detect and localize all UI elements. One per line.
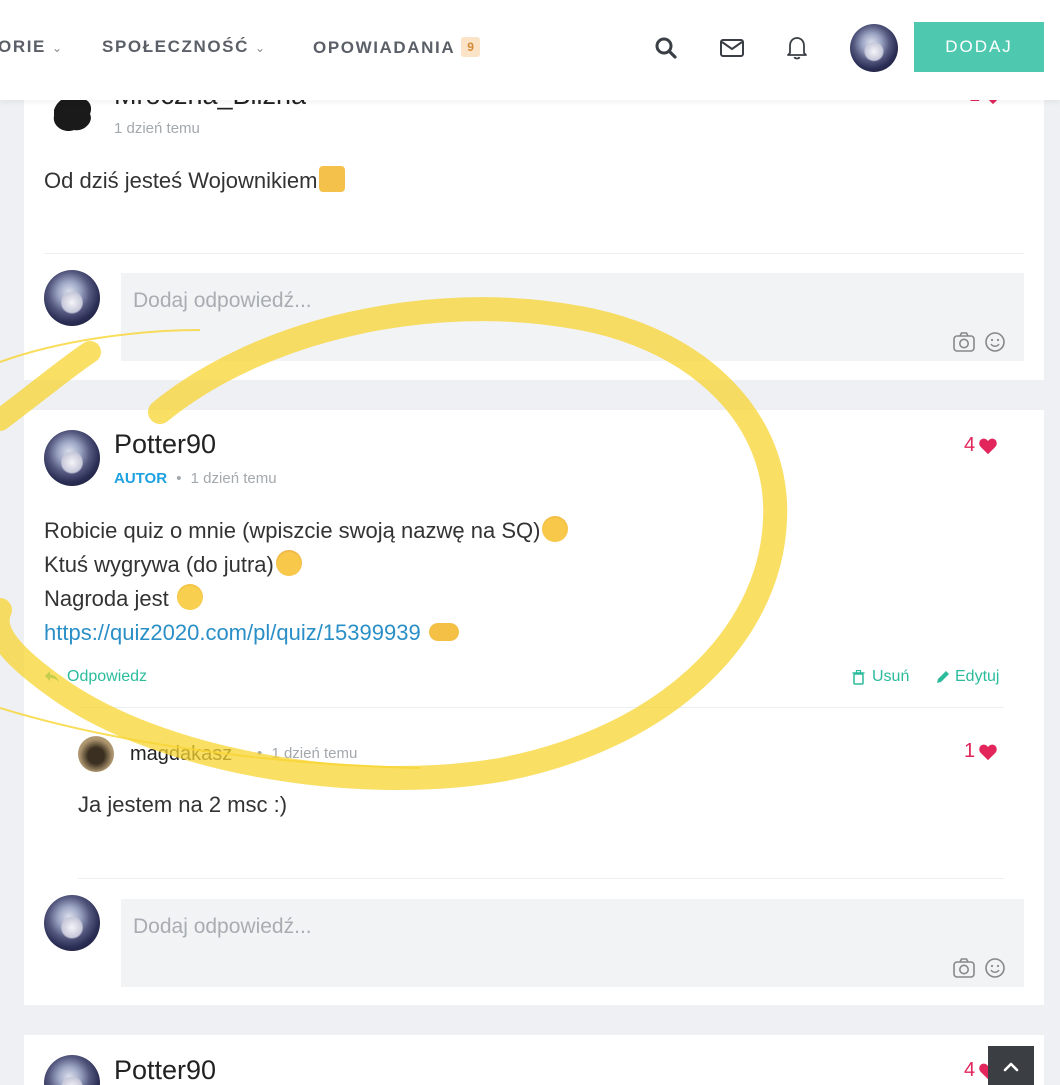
pointing-hand-emoji-icon [428,623,459,641]
trash-icon [852,669,865,685]
like-count: 4 [964,1059,976,1081]
reply-meta: • 1 dzień temu [252,745,357,762]
comment-text-line: Ktuś wygrywa (do jutra) [44,552,274,577]
cat-emoji-icon [319,166,346,192]
edit-action[interactable]: Edytuj [935,668,999,686]
avatar [44,895,100,951]
nav-item-label: SPOŁECZNOŚĆ [102,37,250,56]
comment-time: 1 dzień temu [114,120,200,137]
nav-item-label: OPOWIADANIA [313,38,456,57]
bell-icon[interactable] [783,34,811,62]
nav-item-label: ORIE [0,37,46,56]
comment-username[interactable]: Potter90 [114,1055,216,1085]
reply-username[interactable]: magdakasz [130,743,232,766]
avatar [78,736,114,772]
reply-placeholder: Dodaj odpowiedź... [133,915,312,938]
comment-card: Potter90 4 [24,1035,1044,1085]
reply-input[interactable]: Dodaj odpowiedź... [121,273,1024,361]
heart-icon [979,744,997,760]
avatar [44,270,100,326]
avatar [44,1055,100,1085]
comment-card: Potter90 AUTOR • 1 dzień temu 4 Robicie … [24,410,1044,1005]
emoji-icon[interactable] [984,331,1006,353]
delete-label: Usuń [872,668,910,685]
smirk-emoji-icon [176,584,203,610]
like-count: 4 [964,434,976,456]
scroll-to-top-button[interactable] [988,1046,1034,1085]
edit-label: Edytuj [955,668,1000,685]
avatar [44,430,100,486]
reply-placeholder: Dodaj odpowiedź... [133,289,312,312]
chevron-down-icon: ⌄ [255,41,267,55]
delete-action[interactable]: Usuń [852,668,909,686]
heart-icon [979,438,997,454]
add-button[interactable]: DODAJ [914,22,1044,72]
nav-item-stories[interactable]: OPOWIADANIA 9 [313,37,480,58]
comment-card: Mroczna_Bliźna 1 dzień temu 1 Od dziś je… [24,80,1044,380]
like-button[interactable]: 1 [964,740,998,763]
meta-separator: • [176,470,182,487]
meta-separator: • [257,745,263,762]
exploding-head-emoji-icon [542,516,569,542]
reply-tools [952,957,1006,979]
camera-icon[interactable] [952,331,976,353]
like-button[interactable]: 4 [964,434,998,457]
nav-item-community[interactable]: SPOŁECZNOŚĆ ⌄ [102,37,267,57]
reply-tools [952,331,1006,353]
comment-text-line: Nagroda jest [44,586,175,611]
comment-text-line: Od dziś jesteś Wojownikiem [44,168,318,193]
like-count: 1 [964,740,976,762]
stories-count-badge: 9 [461,37,480,57]
divider [78,878,1004,879]
comment-username[interactable]: Potter90 [114,429,216,460]
reply-input[interactable]: Dodaj odpowiedź... [121,899,1024,987]
comment-text: Robicie quiz o mnie (wpiszcie swoją nazw… [44,514,569,650]
pencil-icon [937,671,949,683]
reply-action[interactable]: Odpowiedz [44,668,147,686]
reply-text: Ja jestem na 2 msc :) [78,792,288,817]
search-icon[interactable] [652,34,680,62]
user-avatar[interactable] [850,24,898,72]
chevron-down-icon: ⌄ [51,41,64,55]
author-badge: AUTOR [114,470,168,487]
emoji-icon[interactable] [984,957,1006,979]
chevron-up-icon [1003,1062,1019,1072]
divider [78,707,1004,708]
quiz-link[interactable]: https://quiz2020.com/pl/quiz/15399939 [44,620,421,645]
camera-icon[interactable] [952,957,976,979]
comment-meta: AUTOR • 1 dzień temu [114,470,277,487]
reply-label: Odpowiedz [67,668,148,685]
top-navbar: ORIE ⌄ SPOŁECZNOŚĆ ⌄ OPOWIADANIA 9 DODAJ [0,0,1060,100]
mail-icon[interactable] [718,34,746,62]
comment-time: 1 dzień temu [190,470,277,487]
comment-text-line: Robicie quiz o mnie (wpiszcie swoją nazw… [44,518,541,543]
divider [44,253,1024,254]
party-face-emoji-icon [275,550,302,576]
reply-icon [45,671,59,683]
comment-text: Od dziś jesteś Wojownikiem [44,164,346,198]
nav-item-categories[interactable]: ORIE ⌄ [0,37,64,57]
reply-time: 1 dzień temu [271,745,358,762]
